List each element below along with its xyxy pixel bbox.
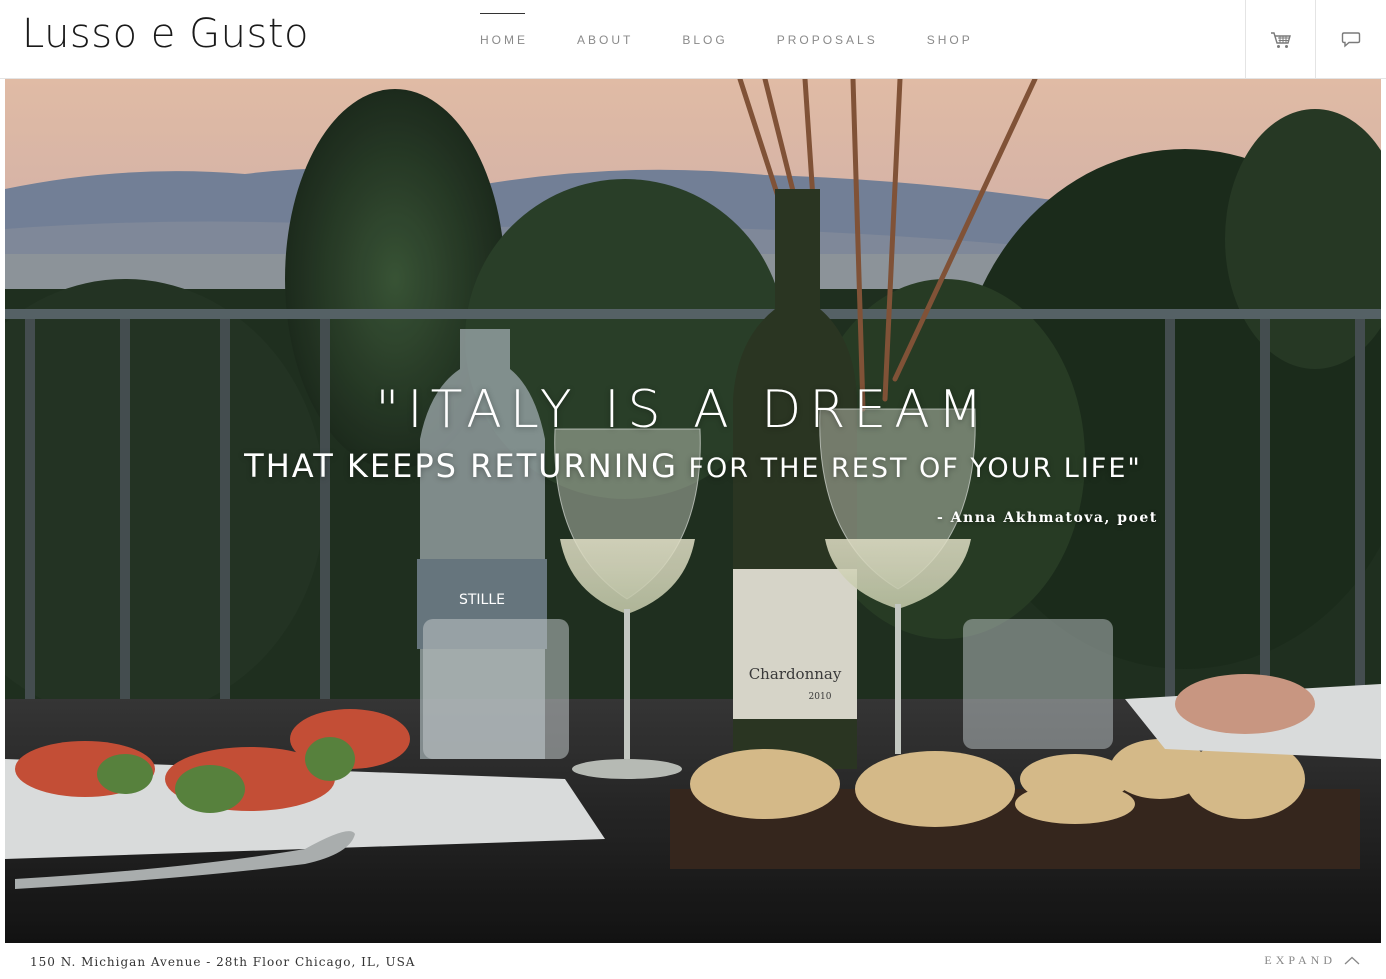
nav-item-about[interactable]: ABOUT xyxy=(577,0,633,79)
site-logo[interactable]: Lusso e Gusto xyxy=(22,14,309,54)
quote-line-2: THAT KEEPS RETURNING FOR THE REST OF YOU… xyxy=(5,450,1381,482)
quote-line-2-main: THAT KEEPS RETURNING xyxy=(244,447,678,485)
chevron-up-icon xyxy=(1344,956,1360,965)
quote-line-1: "ITALY IS A DREAM xyxy=(375,380,991,440)
wine-bottle-label: Chardonnay xyxy=(749,665,842,683)
nav-item-shop[interactable]: SHOP xyxy=(927,0,973,79)
wine-year-label: 2010 xyxy=(809,692,832,702)
nav-item-proposals[interactable]: PROPOSALS xyxy=(777,0,878,79)
nav-item-blog[interactable]: BLOG xyxy=(682,0,727,79)
site-header: Lusso e Gusto HOME ABOUT BLOG PROPOSALS … xyxy=(0,0,1386,79)
footer-address: 150 N. Michigan Avenue - 28th Floor Chic… xyxy=(30,955,416,969)
expand-button[interactable]: EXPAND xyxy=(1264,953,1360,968)
nav-item-home[interactable]: HOME xyxy=(480,0,528,79)
hero-image: STILLE Chardonnay 2010 xyxy=(5,79,1381,943)
hero-quote: "ITALY IS A DREAM THAT KEEPS RETURNING F… xyxy=(5,384,1381,482)
site-footer: 150 N. Michigan Avenue - 28th Floor Chic… xyxy=(0,943,1386,979)
quote-line-2-rest: FOR THE REST OF YOUR LIFE" xyxy=(677,453,1142,484)
chat-icon xyxy=(1341,31,1361,48)
hero-banner: STILLE Chardonnay 2010 "ITALY IS A DREAM… xyxy=(5,79,1381,943)
water-bottle-label: STILLE xyxy=(459,592,505,608)
chat-button[interactable] xyxy=(1315,0,1386,79)
cart-button[interactable] xyxy=(1245,0,1315,79)
main-nav: HOME ABOUT BLOG PROPOSALS SHOP xyxy=(480,0,1022,79)
quote-attribution: - Anna Akhmatova, poet xyxy=(937,510,1158,526)
cart-icon xyxy=(1270,31,1291,48)
expand-label: EXPAND xyxy=(1264,953,1336,967)
